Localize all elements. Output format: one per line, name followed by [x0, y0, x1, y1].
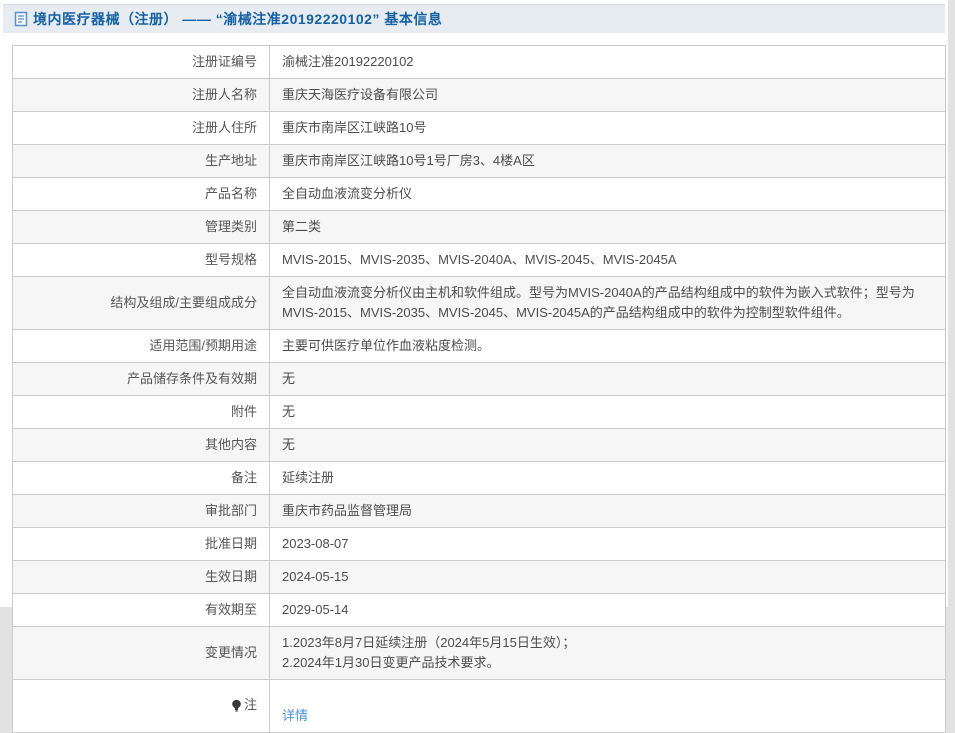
- row-label: 备注: [12, 461, 270, 495]
- row-value: 无: [269, 428, 946, 462]
- row-value: 全自动血液流变分析仪由主机和软件组成。型号为MVIS-2040A的产品结构组成中…: [269, 276, 946, 330]
- row-value: 重庆市南岸区江峡路10号1号厂房3、4楼A区: [269, 144, 946, 178]
- table-row-production-address: 生产地址 重庆市南岸区江峡路10号1号厂房3、4楼A区: [12, 144, 946, 178]
- table-row-intended-use: 适用范围/预期用途 主要可供医疗单位作血液粘度检测。: [12, 329, 946, 363]
- document-icon: [14, 11, 28, 27]
- row-label: 结构及组成/主要组成成分: [12, 276, 270, 330]
- table-row-registrant-name: 注册人名称 重庆天海医疗设备有限公司: [12, 78, 946, 112]
- registration-info-table: 注册证编号 渝械注准20192220102 注册人名称 重庆天海医疗设备有限公司…: [12, 45, 946, 733]
- page-header: 境内医疗器械（注册） —— “渝械注准20192220102” 基本信息: [3, 4, 945, 33]
- table-row-other-content: 其他内容 无: [12, 428, 946, 462]
- row-value: 延续注册: [269, 461, 946, 495]
- row-value: 主要可供医疗单位作血液粘度检测。: [269, 329, 946, 363]
- table-row-attachments: 附件 无: [12, 395, 946, 429]
- row-label: 型号规格: [12, 243, 270, 277]
- row-value: 重庆市南岸区江峡路10号: [269, 111, 946, 145]
- lightbulb-icon: [231, 699, 242, 713]
- page-content: 境内医疗器械（注册） —— “渝械注准20192220102” 基本信息 注册证…: [0, 0, 948, 733]
- page-title: 境内医疗器械（注册） —— “渝械注准20192220102” 基本信息: [33, 11, 443, 27]
- row-value: 2023-08-07: [269, 527, 946, 561]
- row-value: MVIS-2015、MVIS-2035、MVIS-2040A、MVIS-2045…: [269, 243, 946, 277]
- row-label: 生产地址: [12, 144, 270, 178]
- row-value: 无: [269, 395, 946, 429]
- row-value: 重庆天海医疗设备有限公司: [269, 78, 946, 112]
- row-label: 适用范围/预期用途: [12, 329, 270, 363]
- row-label: 注册人住所: [12, 111, 270, 145]
- table-row-reg-cert-no: 注册证编号 渝械注准20192220102: [12, 45, 946, 79]
- row-label: 生效日期: [12, 560, 270, 594]
- table-row-model-spec: 型号规格 MVIS-2015、MVIS-2035、MVIS-2040A、MVIS…: [12, 243, 946, 277]
- table-row-approval-date: 批准日期 2023-08-07: [12, 527, 946, 561]
- row-value: 渝械注准20192220102: [269, 45, 946, 79]
- row-value: 第二类: [269, 210, 946, 244]
- table-row-note: 注 详情: [12, 679, 946, 733]
- table-row-remarks: 备注 延续注册: [12, 461, 946, 495]
- row-label: 产品名称: [12, 177, 270, 211]
- detail-link[interactable]: 详情: [282, 708, 308, 723]
- row-value: 2024-05-15: [269, 560, 946, 594]
- row-label: 变更情况: [12, 626, 270, 680]
- row-value: 无: [269, 362, 946, 396]
- row-label: 有效期至: [12, 593, 270, 627]
- row-value: 2029-05-14: [269, 593, 946, 627]
- row-value: 重庆市药品监督管理局: [269, 494, 946, 528]
- table-row-change-history: 变更情况 1.2023年8月7日延续注册（2024年5月15日生效）； 2.20…: [12, 626, 946, 680]
- table-row-product-name: 产品名称 全自动血液流变分析仪: [12, 177, 946, 211]
- row-label: 注册人名称: [12, 78, 270, 112]
- row-label: 批准日期: [12, 527, 270, 561]
- row-value: 1.2023年8月7日延续注册（2024年5月15日生效）； 2.2024年1月…: [269, 626, 946, 680]
- row-label: 产品储存条件及有效期: [12, 362, 270, 396]
- row-label: 其他内容: [12, 428, 270, 462]
- row-label: 审批部门: [12, 494, 270, 528]
- row-label: 注: [12, 679, 270, 733]
- table-row-approval-department: 审批部门 重庆市药品监督管理局: [12, 494, 946, 528]
- table-row-management-category: 管理类别 第二类: [12, 210, 946, 244]
- row-label: 管理类别: [12, 210, 270, 244]
- table-row-registrant-address: 注册人住所 重庆市南岸区江峡路10号: [12, 111, 946, 145]
- table-row-expiry-date: 有效期至 2029-05-14: [12, 593, 946, 627]
- table-row-effective-date: 生效日期 2024-05-15: [12, 560, 946, 594]
- row-value: 详情: [269, 679, 946, 733]
- table-row-structure-composition: 结构及组成/主要组成成分 全自动血液流变分析仪由主机和软件组成。型号为MVIS-…: [12, 276, 946, 330]
- row-label: 附件: [12, 395, 270, 429]
- row-label: 注册证编号: [12, 45, 270, 79]
- row-value: 全自动血液流变分析仪: [269, 177, 946, 211]
- table-row-storage-conditions: 产品储存条件及有效期 无: [12, 362, 946, 396]
- note-label-text: 注: [243, 696, 257, 712]
